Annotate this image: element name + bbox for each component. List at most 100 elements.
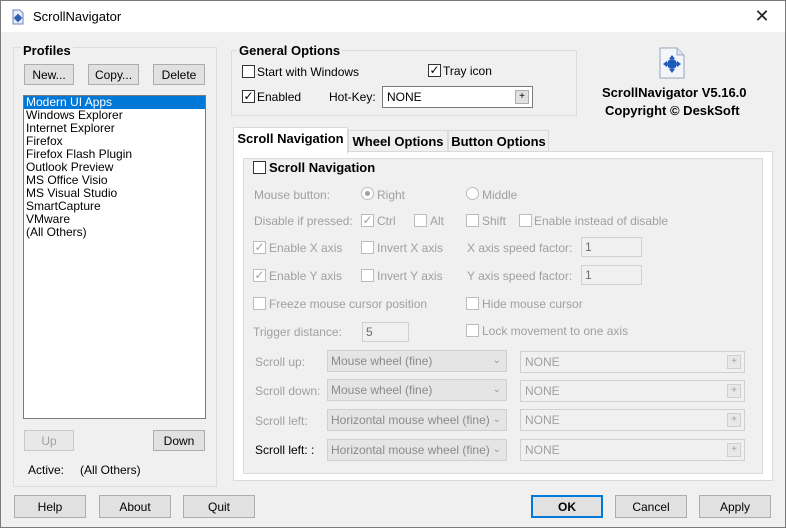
scroll-left-hotkey-field[interactable]: NONE + <box>520 409 745 431</box>
scroll-navigation-heading: Scroll Navigation <box>269 160 376 175</box>
list-item[interactable]: (All Others) <box>24 226 205 239</box>
scroll-right-action-value: Horizontal mouse wheel (fine) <box>331 443 490 457</box>
scroll-up-label: Scroll up: <box>255 355 306 369</box>
scroll-right-hotkey-plus-button[interactable]: + <box>727 443 741 457</box>
shift-checkbox[interactable] <box>466 214 479 227</box>
active-profile-value: (All Others) <box>80 463 141 477</box>
scroll-up-hotkey-plus-button[interactable]: + <box>727 355 741 369</box>
freeze-cursor-checkbox[interactable] <box>253 297 266 310</box>
app-icon <box>10 9 26 25</box>
new-profile-button[interactable]: New... <box>24 64 74 85</box>
tray-icon-checkbox[interactable]: ✓ <box>428 63 441 77</box>
scroll-up-action-select[interactable]: Mouse wheel (fine) ⌄ <box>327 350 507 372</box>
enable-x-axis-label: Enable X axis <box>269 241 343 255</box>
scroll-down-hotkey-value: NONE <box>525 384 560 398</box>
right-button-label: Right <box>377 188 406 202</box>
scroll-up-action-value: Mouse wheel (fine) <box>331 354 433 368</box>
title-bar: ScrollNavigator ✕ <box>1 1 785 32</box>
window-title: ScrollNavigator <box>33 9 122 24</box>
profiles-heading: Profiles <box>21 43 73 58</box>
ctrl-checkbox[interactable]: ✓ <box>361 213 374 227</box>
middle-button-label: Middle <box>482 188 518 202</box>
delete-profile-button[interactable]: Delete <box>153 64 205 85</box>
hotkey-plus-button[interactable]: + <box>515 90 529 104</box>
scroll-up-hotkey-value: NONE <box>525 355 560 369</box>
scroll-left-action-select[interactable]: Horizontal mouse wheel (fine) ⌄ <box>327 409 507 431</box>
x-speed-label: X axis speed factor: <box>467 241 573 255</box>
chevron-down-icon: ⌄ <box>492 414 501 425</box>
radio-dot <box>365 191 370 196</box>
check-icon: ✓ <box>254 268 265 282</box>
trigger-distance-label: Trigger distance: <box>253 325 342 339</box>
scroll-up-hotkey-field[interactable]: NONE + <box>520 351 745 373</box>
scroll-left-action-value: Horizontal mouse wheel (fine) <box>331 413 490 427</box>
check-icon: ✓ <box>254 240 265 254</box>
profiles-list[interactable]: Modern UI Apps Windows Explorer Internet E… <box>23 95 206 419</box>
enable-x-axis-checkbox[interactable]: ✓ <box>253 240 266 254</box>
about-button[interactable]: About <box>99 495 171 518</box>
start-with-windows-checkbox[interactable] <box>242 65 255 78</box>
hotkey-label: Hot-Key: <box>329 90 376 104</box>
check-icon: ✓ <box>362 213 373 227</box>
general-options-heading: General Options <box>237 43 343 58</box>
scroll-down-action-value: Mouse wheel (fine) <box>331 383 433 397</box>
invert-x-axis-label: Invert X axis <box>377 241 444 255</box>
active-label: Active: <box>28 463 65 477</box>
cancel-button[interactable]: Cancel <box>615 495 687 518</box>
mouse-button-label: Mouse button: <box>254 188 331 202</box>
move-down-button[interactable]: Down <box>153 430 205 451</box>
enable-y-axis-label: Enable Y axis <box>269 269 342 283</box>
close-icon[interactable]: ✕ <box>745 3 779 29</box>
alt-checkbox[interactable] <box>414 214 427 227</box>
right-button-radio[interactable] <box>361 187 374 200</box>
trigger-distance-input[interactable]: 5 <box>362 322 409 342</box>
scroll-right-action-select[interactable]: Horizontal mouse wheel (fine) ⌄ <box>327 439 507 461</box>
freeze-cursor-label: Freeze mouse cursor position <box>269 297 428 311</box>
apply-button[interactable]: Apply <box>699 495 771 518</box>
hide-cursor-label: Hide mouse cursor <box>482 297 583 311</box>
enabled-label: Enabled <box>257 90 302 104</box>
scroll-down-hotkey-field[interactable]: NONE + <box>520 380 745 402</box>
tray-icon-label: Tray icon <box>443 64 492 78</box>
tab-scroll-navigation[interactable]: Scroll Navigation <box>233 127 348 154</box>
invert-x-axis-checkbox[interactable] <box>361 241 374 254</box>
move-up-button[interactable]: Up <box>24 430 74 451</box>
middle-button-radio[interactable] <box>466 187 479 200</box>
chevron-down-icon: ⌄ <box>492 444 501 455</box>
check-icon: ✓ <box>429 63 440 77</box>
start-with-windows-label: Start with Windows <box>257 65 360 79</box>
scroll-navigation-checkbox[interactable] <box>253 161 266 174</box>
scroll-down-hotkey-plus-button[interactable]: + <box>727 384 741 398</box>
scroll-down-action-select[interactable]: Mouse wheel (fine) ⌄ <box>327 379 507 401</box>
hotkey-value: NONE <box>387 90 422 104</box>
y-speed-input[interactable]: 1 <box>581 265 642 285</box>
quit-button[interactable]: Quit <box>183 495 255 518</box>
scroll-left-label: Scroll left: <box>255 414 308 428</box>
enable-instead-checkbox[interactable] <box>519 214 532 227</box>
enable-y-axis-checkbox[interactable]: ✓ <box>253 268 266 282</box>
scroll-left-hotkey-plus-button[interactable]: + <box>727 413 741 427</box>
chevron-down-icon: ⌄ <box>492 355 501 366</box>
main-window: ScrollNavigator ✕ Profiles New... Copy..… <box>0 0 786 528</box>
version-text: ScrollNavigator V5.16.0 <box>602 85 747 100</box>
y-speed-label: Y axis speed factor: <box>467 269 573 283</box>
scroll-right-label: Scroll left: : <box>255 443 315 457</box>
lock-movement-checkbox[interactable] <box>466 324 479 337</box>
invert-y-axis-label: Invert Y axis <box>377 269 443 283</box>
scroll-down-label: Scroll down: <box>255 384 321 398</box>
hide-cursor-checkbox[interactable] <box>466 297 479 310</box>
enabled-checkbox[interactable]: ✓ <box>242 89 255 103</box>
scroll-right-hotkey-field[interactable]: NONE + <box>520 439 745 461</box>
scroll-left-hotkey-value: NONE <box>525 413 560 427</box>
chevron-down-icon: ⌄ <box>492 384 501 395</box>
shift-label: Shift <box>482 214 507 228</box>
x-speed-input[interactable]: 1 <box>581 237 642 257</box>
ok-button[interactable]: OK <box>531 495 603 518</box>
copyright-text: Copyright © DeskSoft <box>605 103 740 118</box>
invert-y-axis-checkbox[interactable] <box>361 269 374 282</box>
hotkey-field[interactable]: NONE + <box>382 86 533 108</box>
lock-movement-label: Lock movement to one axis <box>482 324 629 338</box>
copy-profile-button[interactable]: Copy... <box>88 64 139 85</box>
help-button[interactable]: Help <box>14 495 86 518</box>
alt-label: Alt <box>430 214 445 228</box>
